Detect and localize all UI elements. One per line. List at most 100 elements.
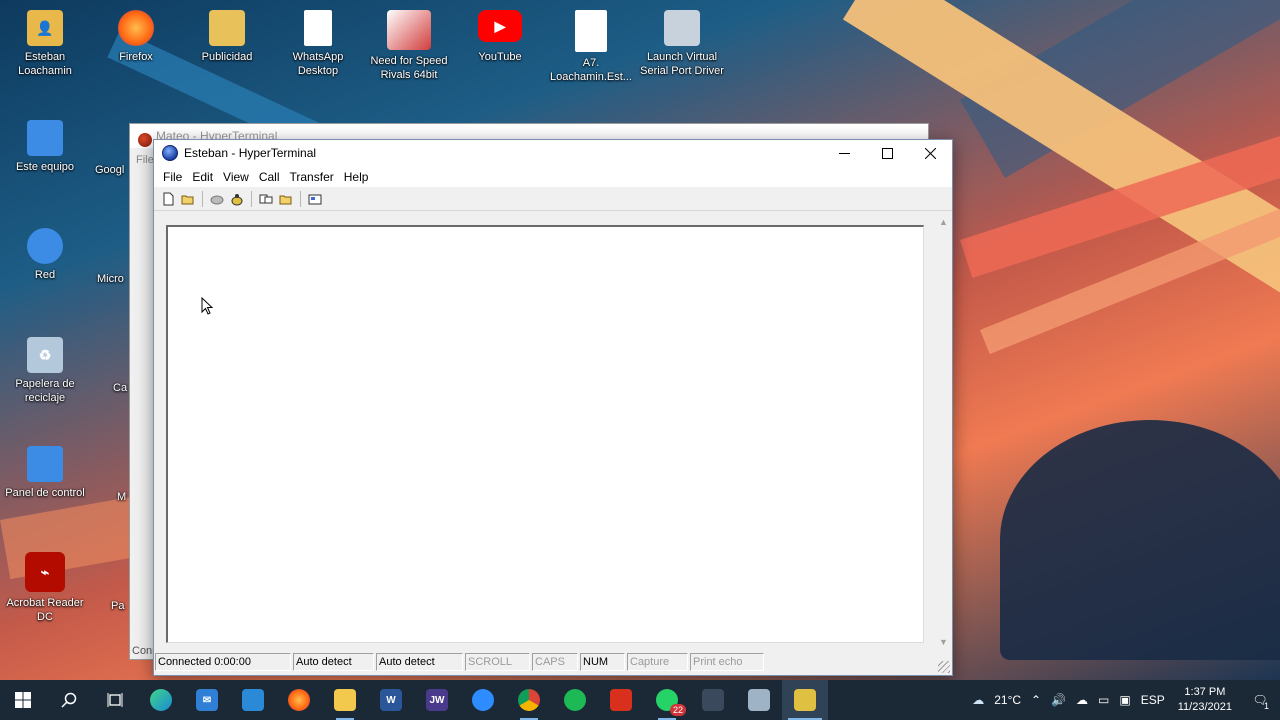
menu-file[interactable]: File bbox=[158, 170, 187, 184]
cloud-icon[interactable]: ☁ bbox=[1076, 693, 1088, 707]
caption-buttons bbox=[823, 140, 952, 166]
taskbar-chrome[interactable] bbox=[506, 680, 552, 720]
hyperterminal-icon[interactable] bbox=[162, 145, 178, 161]
menu-call[interactable]: Call bbox=[254, 170, 285, 184]
open-button[interactable] bbox=[178, 189, 198, 209]
menu-item-file[interactable]: File bbox=[136, 154, 154, 166]
network-icon bbox=[27, 228, 63, 264]
scroll-down-icon[interactable]: ▼ bbox=[935, 633, 952, 650]
desktop-icon-este-equipo[interactable]: Este equipo bbox=[2, 120, 88, 174]
taskbar-firefox[interactable] bbox=[276, 680, 322, 720]
taskbar-word[interactable]: W bbox=[368, 680, 414, 720]
taskbar-hyperterminal[interactable] bbox=[782, 680, 828, 720]
taskbar-mail[interactable]: ✉ bbox=[184, 680, 230, 720]
terminal-screen[interactable] bbox=[166, 225, 924, 643]
serial-port-icon bbox=[664, 10, 700, 46]
maximize-icon bbox=[882, 147, 893, 159]
desktop-icon-red[interactable]: Red bbox=[2, 228, 88, 282]
properties-button[interactable] bbox=[305, 189, 325, 209]
taskbar-zoom[interactable] bbox=[460, 680, 506, 720]
menu-transfer[interactable]: Transfer bbox=[285, 170, 339, 184]
pdf-document-icon bbox=[575, 10, 607, 52]
desktop-icon-esteban[interactable]: 👤 Esteban Loachamin bbox=[2, 10, 88, 78]
menu-view[interactable]: View bbox=[218, 170, 254, 184]
desktop-icon-label: Panel de control bbox=[5, 487, 85, 499]
hyperterminal-icon bbox=[794, 689, 816, 711]
search-button[interactable] bbox=[46, 680, 92, 720]
taskbar-terminal[interactable] bbox=[690, 680, 736, 720]
resize-grip[interactable] bbox=[938, 661, 950, 673]
temperature[interactable]: 21°C bbox=[994, 693, 1021, 707]
desktop-icon-firefox[interactable]: Firefox bbox=[93, 10, 179, 64]
status-print-echo: Print echo bbox=[690, 653, 764, 671]
open-icon bbox=[181, 195, 194, 204]
desktop-icon-label: Micro bbox=[97, 273, 124, 285]
taskbar-jw[interactable]: JW bbox=[414, 680, 460, 720]
taskbar-whatsapp[interactable]: 22 bbox=[644, 680, 690, 720]
network-icon[interactable]: ▣ bbox=[1119, 693, 1130, 707]
desktop-icon-label: Este equipo bbox=[15, 161, 75, 173]
desktop-icon-a7[interactable]: A7. Loachamin.Est... bbox=[548, 10, 634, 84]
disconnect-button[interactable] bbox=[207, 189, 227, 209]
task-view-icon bbox=[107, 693, 123, 707]
desktop-icon-papelera[interactable]: ♻ Papelera de reciclaje bbox=[2, 337, 88, 405]
desktop-icon-serial-port[interactable]: Launch Virtual Serial Port Driver bbox=[639, 10, 725, 78]
vertical-scrollbar[interactable]: ▲ ▼ bbox=[935, 213, 952, 650]
status-scroll: SCROLL bbox=[465, 653, 530, 671]
vscode-icon bbox=[242, 689, 264, 711]
minimize-button[interactable] bbox=[823, 140, 866, 166]
desktop-icon-label: Launch Virtual Serial Port Driver bbox=[640, 51, 724, 77]
send-icon bbox=[259, 194, 273, 203]
youtube-icon: ▶ bbox=[478, 10, 522, 42]
volume-icon[interactable]: 🔊 bbox=[1051, 693, 1066, 707]
chevron-up-icon[interactable]: ⌃ bbox=[1031, 693, 1041, 707]
receive-button[interactable] bbox=[276, 189, 296, 209]
hyperterminal-window[interactable]: Esteban - HyperTerminal File Edit View C… bbox=[153, 139, 953, 676]
language-indicator[interactable]: ESP bbox=[1141, 693, 1165, 707]
properties-icon bbox=[308, 194, 322, 204]
spotify-icon bbox=[564, 689, 586, 711]
notifications-button[interactable]: 🗨 1 bbox=[1240, 680, 1280, 720]
scroll-up-icon[interactable]: ▲ bbox=[935, 213, 952, 230]
new-icon bbox=[163, 192, 174, 205]
menu-edit[interactable]: Edit bbox=[187, 170, 218, 184]
start-button[interactable] bbox=[0, 680, 46, 720]
battery-icon[interactable]: ▭ bbox=[1098, 693, 1109, 707]
terminal-icon bbox=[702, 689, 724, 711]
title-bar[interactable]: Esteban - HyperTerminal bbox=[154, 140, 952, 166]
status-bar: Connected 0:00:00 Auto detect Auto detec… bbox=[154, 649, 952, 675]
taskbar-file-explorer[interactable] bbox=[322, 680, 368, 720]
menu-bar: File Edit View Call Transfer Help bbox=[154, 166, 952, 187]
send-button[interactable] bbox=[256, 189, 276, 209]
windows-logo-icon bbox=[15, 692, 31, 708]
desktop-icon-label: Papelera de reciclaje bbox=[15, 378, 75, 404]
desktop-icon-label: Pa bbox=[111, 600, 125, 612]
dial-button[interactable] bbox=[227, 189, 247, 209]
taskbar-edge[interactable] bbox=[138, 680, 184, 720]
desktop-icon-label: Ca bbox=[113, 382, 128, 394]
wallpaper-shape bbox=[1000, 420, 1280, 660]
desktop-icon-label: YouTube bbox=[478, 51, 522, 63]
desktop-icon-publicidad[interactable]: Publicidad bbox=[184, 10, 270, 64]
toolbar bbox=[154, 187, 952, 211]
firefox-icon bbox=[288, 689, 310, 711]
mouse-cursor-icon bbox=[201, 297, 213, 315]
desktop-icon-panel-control[interactable]: Panel de control bbox=[2, 446, 88, 500]
weather-icon[interactable]: ☁ bbox=[972, 693, 984, 707]
menu-help[interactable]: Help bbox=[339, 170, 374, 184]
taskbar-printer[interactable] bbox=[736, 680, 782, 720]
desktop-icon-pa-partial[interactable]: Pa bbox=[111, 599, 131, 613]
taskbar-vscode[interactable] bbox=[230, 680, 276, 720]
printer-icon bbox=[748, 689, 770, 711]
taskbar-acrobat[interactable] bbox=[598, 680, 644, 720]
desktop-icon-acrobat[interactable]: ⌁ Acrobat Reader DC bbox=[2, 552, 88, 624]
maximize-button[interactable] bbox=[866, 140, 909, 166]
close-button[interactable] bbox=[909, 140, 952, 166]
desktop-icon-whatsapp[interactable]: WhatsApp Desktop bbox=[275, 10, 361, 78]
taskbar-spotify[interactable] bbox=[552, 680, 598, 720]
task-view-button[interactable] bbox=[92, 680, 138, 720]
desktop-icon-nfs[interactable]: Need for Speed Rivals 64bit bbox=[366, 10, 452, 82]
new-button[interactable] bbox=[158, 189, 178, 209]
clock[interactable]: 1:37 PM 11/23/2021 bbox=[1178, 685, 1232, 715]
desktop-icon-youtube[interactable]: ▶ YouTube bbox=[457, 10, 543, 64]
